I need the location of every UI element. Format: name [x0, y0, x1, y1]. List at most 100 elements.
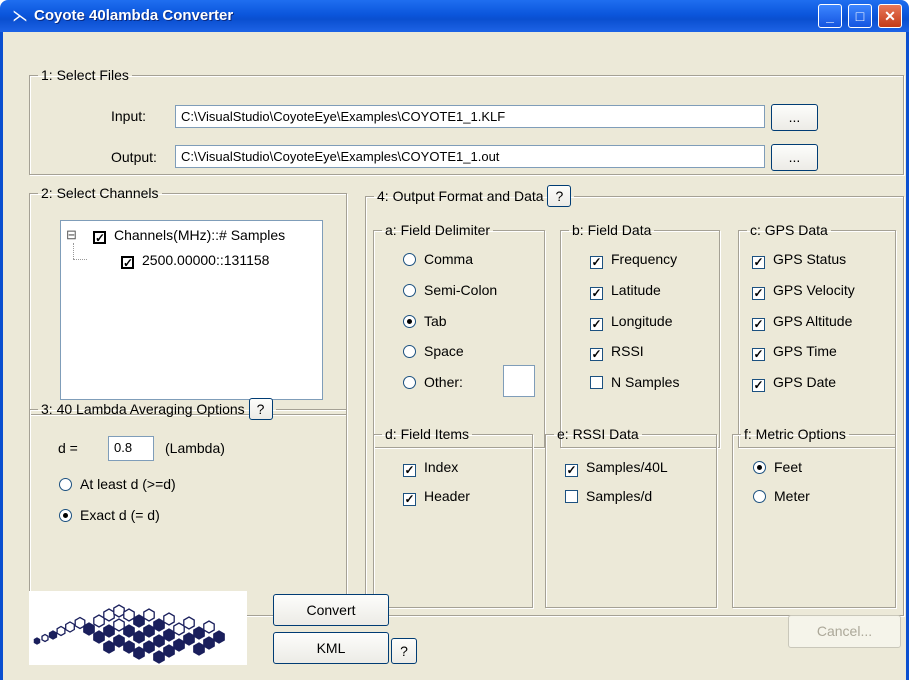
- d-value-field[interactable]: 0.8: [108, 436, 154, 461]
- checkbox-longitude[interactable]: ✓: [590, 318, 603, 331]
- checkbox-rssi[interactable]: ✓: [590, 348, 603, 361]
- logo-hexagon: [143, 640, 155, 654]
- checkbox-gps-velocity[interactable]: ✓: [752, 287, 765, 300]
- averaging-option-exact[interactable]: Exact d (= d): [59, 506, 160, 524]
- radio-comma[interactable]: [403, 253, 416, 266]
- convert-button[interactable]: Convert: [273, 594, 389, 626]
- radio-tab[interactable]: [403, 315, 416, 328]
- averaging-legend-text: 3: 40 Lambda Averaging Options: [41, 401, 245, 417]
- other-delimiter-field[interactable]: [503, 365, 535, 397]
- channel-tree[interactable]: ⊟ ✓ Channels(MHz)::# Samples ✓ 2500.00000:…: [60, 220, 323, 400]
- output-path-field[interactable]: C:\VisualStudio\CoyoteEye\Examples\COYOT…: [175, 145, 765, 168]
- kml-button[interactable]: KML: [273, 632, 389, 664]
- logo-hexagon: [123, 624, 135, 638]
- maximize-button[interactable]: □: [848, 4, 872, 28]
- radio-at-least[interactable]: [59, 478, 72, 491]
- delimiter-comma[interactable]: Comma: [403, 250, 473, 268]
- channel-checkbox[interactable]: ✓: [121, 256, 134, 269]
- close-button[interactable]: ✕: [878, 4, 902, 28]
- checkbox-index[interactable]: ✓: [403, 464, 416, 477]
- tree-collapse-icon[interactable]: ⊟: [66, 227, 77, 243]
- logo-hexagon: [173, 638, 185, 652]
- rssi-samples-40l[interactable]: ✓ Samples/40L: [565, 458, 668, 477]
- checkbox-gps-status[interactable]: ✓: [752, 256, 765, 269]
- input-path-field[interactable]: C:\VisualStudio\CoyoteEye\Examples\COYOT…: [175, 105, 765, 128]
- checkbox-latitude[interactable]: ✓: [590, 287, 603, 300]
- root-channel-checkbox[interactable]: ✓: [93, 231, 106, 244]
- output-format-legend: 4: Output Format and Data ?: [374, 185, 574, 207]
- output-format-legend-text: 4: Output Format and Data: [377, 188, 544, 204]
- checkbox-gps-time[interactable]: ✓: [752, 348, 765, 361]
- radio-semicolon[interactable]: [403, 284, 416, 297]
- averaging-option-at-least[interactable]: At least d (>=d): [59, 475, 176, 493]
- logo-hexagon: [203, 620, 215, 634]
- delimiter-other[interactable]: Other:: [403, 373, 463, 391]
- delimiter-tab[interactable]: Tab: [403, 312, 447, 330]
- logo-hexagon: [33, 637, 41, 645]
- tree-root-item[interactable]: ✓ Channels(MHz)::# Samples: [93, 227, 285, 244]
- header-label: Header: [424, 488, 470, 504]
- gps-velocity[interactable]: ✓ GPS Velocity: [752, 281, 855, 300]
- field-frequency[interactable]: ✓ Frequency: [590, 250, 677, 269]
- gps-status-label: GPS Status: [773, 251, 847, 267]
- field-index[interactable]: ✓ Index: [403, 458, 458, 477]
- rssi-samples-d[interactable]: Samples/d: [565, 487, 652, 505]
- kml-help-button[interactable]: ?: [391, 638, 417, 664]
- input-label: Input:: [111, 108, 147, 124]
- metric-meter[interactable]: Meter: [753, 487, 810, 505]
- checkbox-n-samples[interactable]: [590, 376, 603, 389]
- app-window: ⋋ Coyote 40lambda Converter _ □ ✕ 1: Sel…: [0, 0, 909, 680]
- logo-graphic: [33, 604, 225, 664]
- checkbox-frequency[interactable]: ✓: [590, 256, 603, 269]
- output-format-help-button[interactable]: ?: [547, 185, 572, 207]
- field-latitude[interactable]: ✓ Latitude: [590, 281, 661, 300]
- averaging-legend: 3: 40 Lambda Averaging Options ?: [38, 398, 276, 420]
- metric-feet[interactable]: Feet: [753, 458, 802, 476]
- checkbox-gps-altitude[interactable]: ✓: [752, 318, 765, 331]
- gps-altitude[interactable]: ✓ GPS Altitude: [752, 312, 852, 331]
- title-bar[interactable]: ⋋ Coyote 40lambda Converter _ □ ✕: [0, 0, 909, 32]
- field-longitude[interactable]: ✓ Longitude: [590, 312, 673, 331]
- field-n-samples[interactable]: N Samples: [590, 373, 679, 391]
- meter-label: Meter: [774, 488, 810, 504]
- latitude-label: Latitude: [611, 282, 661, 298]
- maximize-icon: □: [855, 8, 865, 24]
- browse-input-button[interactable]: ...: [771, 104, 818, 131]
- logo-hexagon: [103, 640, 115, 654]
- logo-hexagon: [103, 608, 115, 622]
- checkbox-samples-40l[interactable]: ✓: [565, 464, 578, 477]
- select-channels-legend: 2: Select Channels: [41, 185, 159, 201]
- radio-exact[interactable]: [59, 509, 72, 522]
- metric-options-group: f: Metric Options: [732, 426, 896, 608]
- radio-meter[interactable]: [753, 490, 766, 503]
- checkbox-samples-d[interactable]: [565, 490, 578, 503]
- logo-hexagon: [123, 640, 135, 654]
- logo-hexagon: [153, 634, 165, 648]
- checkbox-gps-date[interactable]: ✓: [752, 379, 765, 392]
- gps-time[interactable]: ✓ GPS Time: [752, 342, 837, 361]
- delimiter-space[interactable]: Space: [403, 342, 464, 360]
- radio-space[interactable]: [403, 345, 416, 358]
- rssi-label: RSSI: [611, 343, 644, 359]
- field-header[interactable]: ✓ Header: [403, 487, 470, 506]
- logo-hexagon: [56, 625, 66, 637]
- n-samples-label: N Samples: [611, 374, 680, 390]
- minimize-button[interactable]: _: [818, 4, 842, 28]
- logo-hexagon: [203, 636, 215, 650]
- checkbox-header[interactable]: ✓: [403, 493, 416, 506]
- averaging-help-button[interactable]: ?: [248, 398, 273, 420]
- metric-options-legend: f: Metric Options: [744, 426, 846, 442]
- field-rssi[interactable]: ✓ RSSI: [590, 342, 644, 361]
- gps-date[interactable]: ✓ GPS Date: [752, 373, 836, 392]
- delimiter-semicolon[interactable]: Semi-Colon: [403, 281, 497, 299]
- tree-child-item[interactable]: ✓ 2500.00000::131158: [121, 252, 269, 269]
- gps-status[interactable]: ✓ GPS Status: [752, 250, 847, 269]
- logo-hexagon: [163, 612, 175, 626]
- radio-other[interactable]: [403, 376, 416, 389]
- hexagon-logo-icon: [29, 591, 247, 665]
- dialog-client-area: 1: Select Files Input: C:\VisualStudio\C…: [0, 32, 909, 680]
- logo-hexagon: [41, 633, 49, 643]
- cancel-button[interactable]: Cancel...: [788, 615, 901, 648]
- radio-feet[interactable]: [753, 461, 766, 474]
- browse-output-button[interactable]: ...: [771, 144, 818, 171]
